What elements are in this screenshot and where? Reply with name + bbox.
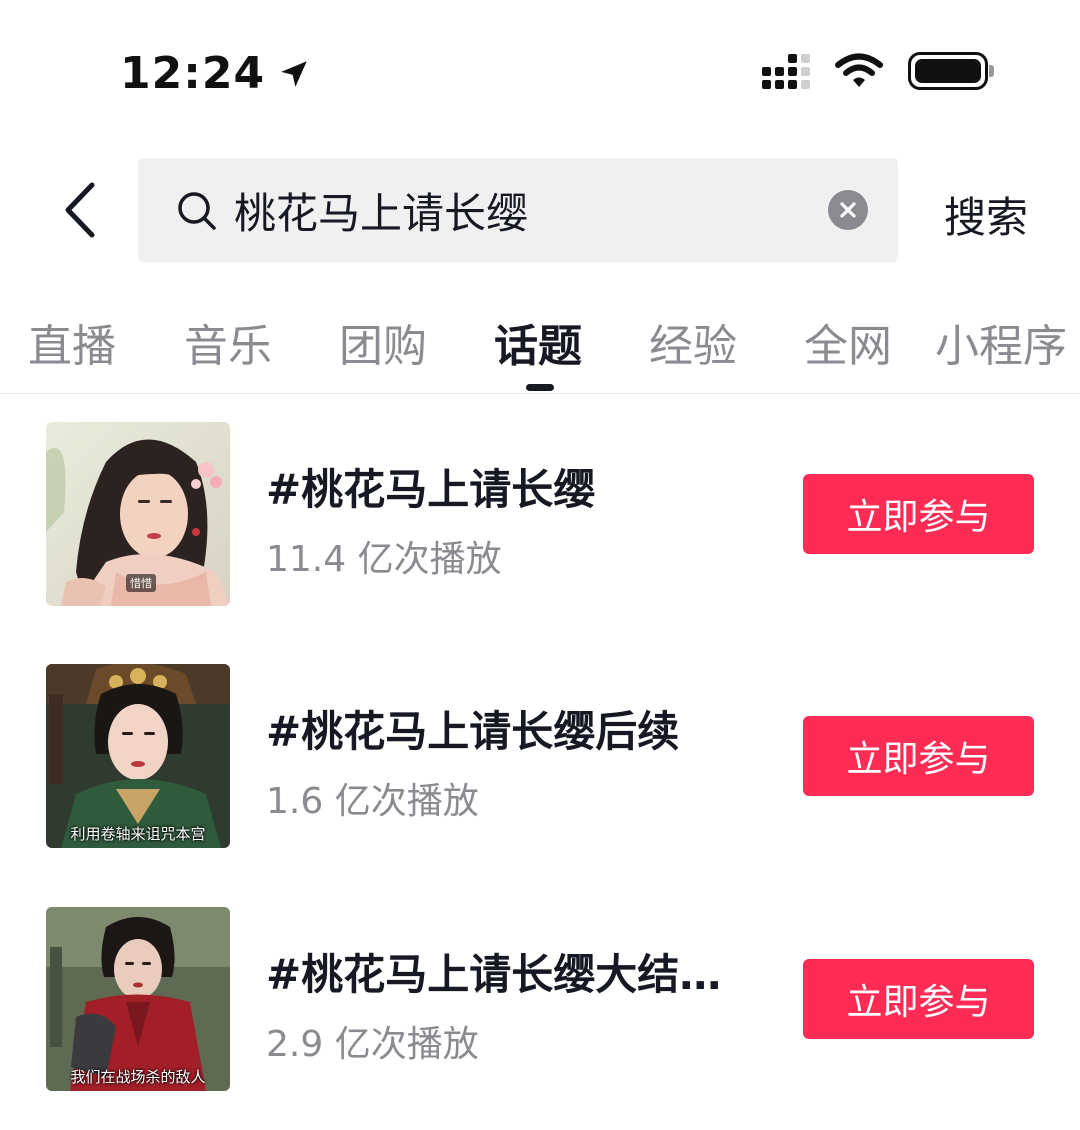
tab-music[interactable]: 音乐 — [184, 310, 272, 374]
tab-group-buy[interactable]: 团购 — [339, 310, 427, 374]
thumbnail-caption: 惜惜 — [126, 574, 156, 592]
thumbnail-caption: 利用卷轴来诅咒本宫 — [70, 825, 206, 843]
tab-experience[interactable]: 经验 — [649, 310, 737, 374]
topic-thumbnail[interactable]: 我们在战场杀的敌人 — [46, 907, 230, 1091]
topic-title[interactable]: #桃花马上请长缨后续 — [266, 698, 736, 759]
topic-result-item[interactable]: 我们在战场杀的敌人 #桃花马上请长缨大结… 2.9 亿次播放 立即参与 — [0, 907, 1080, 1093]
tab-web[interactable]: 全网 — [804, 310, 892, 374]
topic-view-count: 11.4 亿次播放 — [266, 539, 502, 580]
clear-button[interactable] — [828, 190, 868, 230]
topic-result-item[interactable]: 惜惜 #桃花马上请长缨 11.4 亿次播放 立即参与 — [0, 422, 1080, 608]
category-tabs: 直播 音乐 团购 话题 经验 全网 小程序 — [0, 300, 1080, 394]
thumbnail-caption: 我们在战场杀的敌人 — [70, 1068, 206, 1086]
topic-title[interactable]: #桃花马上请长缨大结… — [266, 941, 736, 1002]
status-time: 12:24 — [120, 48, 311, 99]
search-box[interactable] — [138, 158, 898, 262]
portrait-image — [46, 664, 230, 848]
search-input[interactable] — [234, 178, 794, 242]
tab-live[interactable]: 直播 — [28, 310, 116, 374]
time-label: 12:24 — [120, 48, 266, 99]
battery-icon — [908, 52, 994, 90]
back-button[interactable] — [50, 180, 110, 240]
status-bar: 12:24 — [0, 0, 1080, 150]
topic-thumbnail[interactable]: 利用卷轴来诅咒本宫 — [46, 664, 230, 848]
join-topic-button[interactable]: 立即参与 — [803, 474, 1034, 554]
search-submit-button[interactable]: 搜索 — [944, 184, 1028, 245]
location-arrow-icon — [281, 60, 307, 87]
topic-thumbnail[interactable]: 惜惜 — [46, 422, 230, 606]
tab-topics[interactable]: 话题 — [494, 310, 582, 374]
join-topic-button[interactable]: 立即参与 — [803, 716, 1034, 796]
search-icon — [178, 192, 216, 230]
wifi-icon — [835, 53, 883, 87]
clear-icon — [840, 202, 856, 218]
chevron-left-icon — [65, 182, 95, 238]
topic-title[interactable]: #桃花马上请长缨 — [266, 456, 736, 517]
search-bar-row: 搜索 — [0, 158, 1080, 262]
tab-mini-programs[interactable]: 小程序 — [935, 310, 1067, 374]
topic-view-count: 1.6 亿次播放 — [266, 781, 479, 822]
join-topic-button[interactable]: 立即参与 — [803, 959, 1034, 1039]
cellular-signal-icon — [762, 53, 810, 89]
topic-result-item[interactable]: 利用卷轴来诅咒本宫 #桃花马上请长缨后续 1.6 亿次播放 立即参与 — [0, 664, 1080, 850]
topic-view-count: 2.9 亿次播放 — [266, 1024, 479, 1065]
status-icons — [762, 52, 994, 90]
portrait-image — [46, 907, 230, 1091]
active-tab-indicator — [526, 384, 554, 391]
